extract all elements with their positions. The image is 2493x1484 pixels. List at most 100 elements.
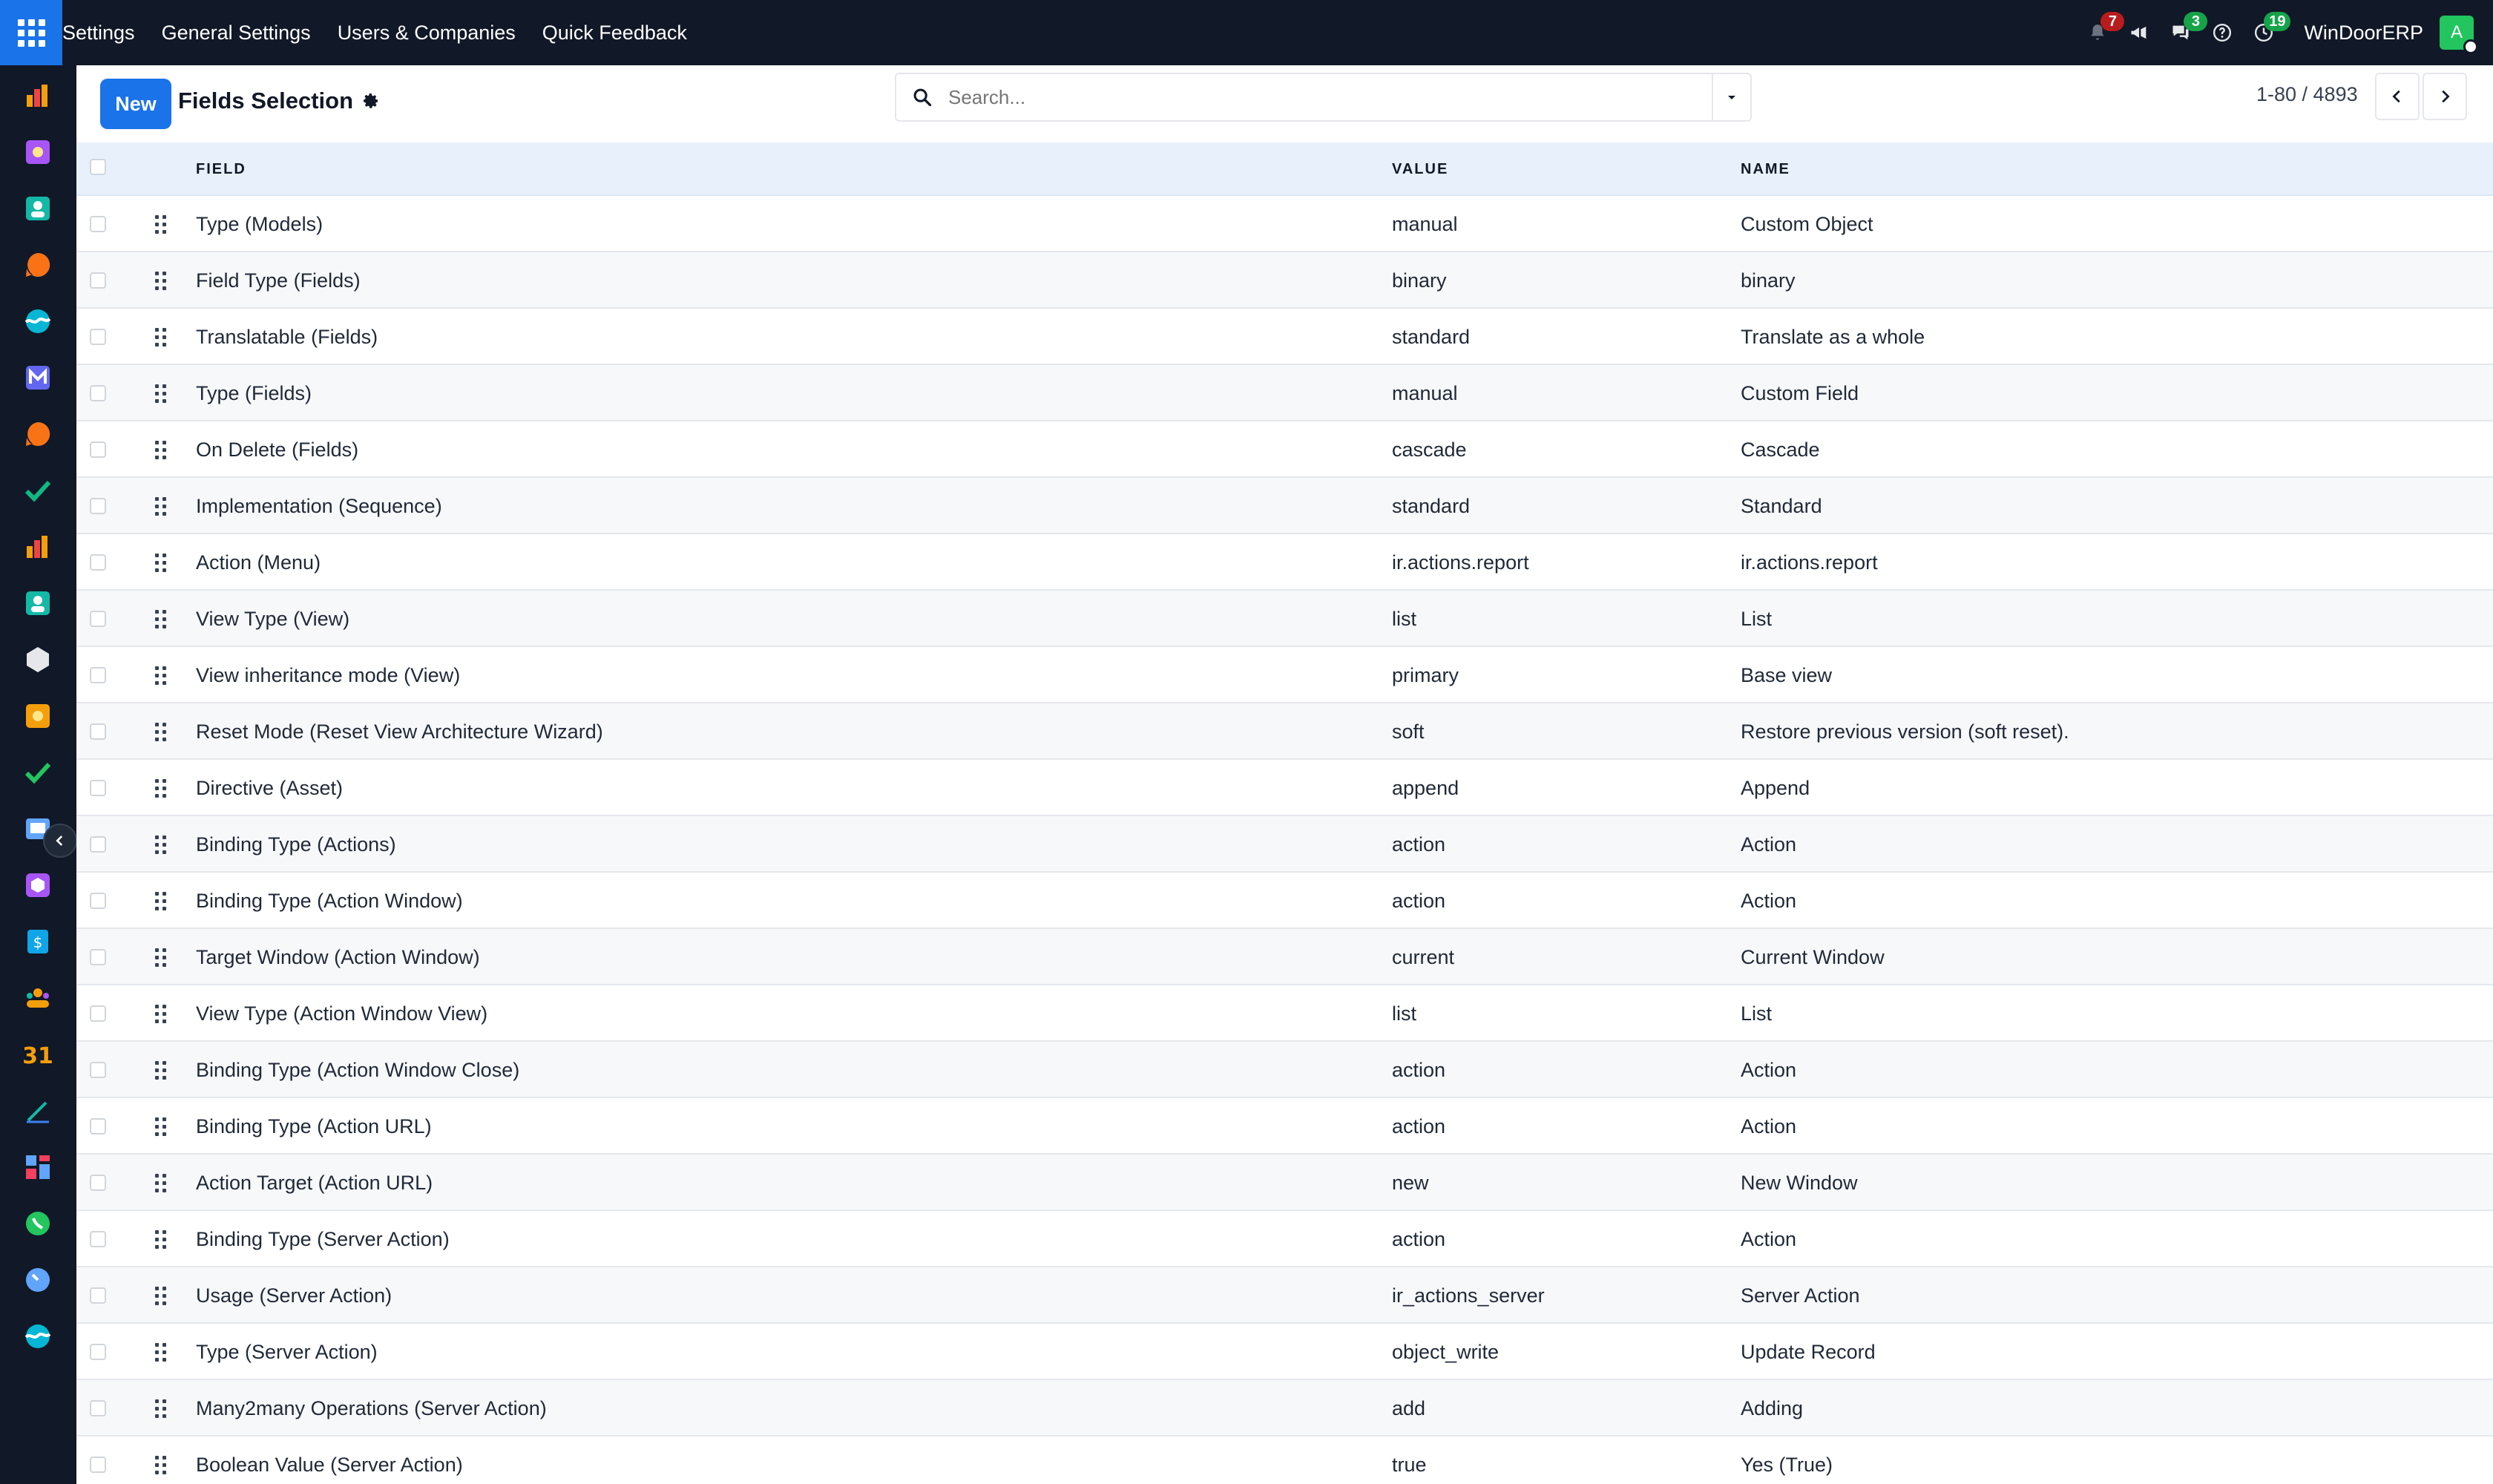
drag-handle-icon[interactable] bbox=[155, 948, 167, 968]
menu-general-settings[interactable]: General Settings bbox=[148, 0, 324, 65]
row-checkbox[interactable] bbox=[90, 1231, 106, 1247]
calendar-app-icon[interactable]: 31 bbox=[24, 1040, 52, 1068]
livechat-app-icon[interactable] bbox=[24, 420, 52, 448]
row-checkbox[interactable] bbox=[90, 611, 106, 627]
row-checkbox[interactable] bbox=[90, 385, 106, 401]
app-menu-button[interactable] bbox=[0, 0, 62, 65]
search-input[interactable] bbox=[948, 75, 1631, 119]
drag-handle-icon[interactable] bbox=[155, 328, 167, 347]
row-checkbox[interactable] bbox=[90, 1287, 106, 1304]
website-builder-app-icon[interactable] bbox=[24, 1322, 52, 1350]
table-row[interactable]: Type (Server Action) object_write Update R… bbox=[76, 1324, 2493, 1380]
column-header-name[interactable]: NAME bbox=[1741, 142, 1790, 196]
row-checkbox[interactable] bbox=[90, 1457, 106, 1473]
row-checkbox[interactable] bbox=[90, 780, 106, 796]
apps-app-icon[interactable] bbox=[24, 1153, 52, 1181]
inventory-app-icon[interactable] bbox=[24, 646, 52, 674]
select-all-checkbox[interactable] bbox=[90, 159, 106, 175]
table-row[interactable]: Implementation (Sequence) standard Standar… bbox=[76, 478, 2493, 534]
row-checkbox[interactable] bbox=[90, 1118, 106, 1135]
column-header-value[interactable]: VALUE bbox=[1392, 142, 1448, 196]
row-checkbox[interactable] bbox=[90, 329, 106, 345]
project-app-icon[interactable] bbox=[24, 758, 52, 787]
drag-handle-icon[interactable] bbox=[155, 835, 167, 855]
pager-previous-button[interactable] bbox=[2375, 73, 2420, 120]
table-row[interactable]: Directive (Asset) append Append bbox=[76, 760, 2493, 816]
row-checkbox[interactable] bbox=[90, 836, 106, 853]
new-button[interactable]: New bbox=[100, 79, 171, 129]
website-app-icon[interactable] bbox=[24, 307, 52, 335]
drag-handle-icon[interactable] bbox=[155, 215, 167, 234]
drag-handle-icon[interactable] bbox=[155, 892, 167, 911]
drag-handle-icon[interactable] bbox=[155, 1005, 167, 1024]
menu-settings[interactable]: Settings bbox=[62, 0, 148, 65]
sidebar-collapse-button[interactable] bbox=[43, 824, 77, 858]
menu-users-companies[interactable]: Users & Companies bbox=[324, 0, 529, 65]
row-checkbox[interactable] bbox=[90, 893, 106, 909]
drag-handle-icon[interactable] bbox=[155, 610, 167, 629]
notifications-button[interactable]: 7 bbox=[2077, 12, 2125, 53]
help-button[interactable] bbox=[2201, 12, 2243, 53]
drag-handle-icon[interactable] bbox=[155, 441, 167, 460]
drag-handle-icon[interactable] bbox=[155, 272, 167, 291]
row-checkbox[interactable] bbox=[90, 1062, 106, 1078]
row-checkbox[interactable] bbox=[90, 554, 106, 571]
table-row[interactable]: Binding Type (Action Window) action Action bbox=[76, 873, 2493, 929]
announcements-button[interactable] bbox=[2118, 12, 2160, 53]
team-app-icon[interactable] bbox=[24, 984, 52, 1012]
row-checkbox[interactable] bbox=[90, 1005, 106, 1022]
drag-handle-icon[interactable] bbox=[155, 1174, 167, 1193]
drag-handle-icon[interactable] bbox=[155, 1287, 167, 1306]
menu-quick-feedback[interactable]: Quick Feedback bbox=[529, 0, 700, 65]
company-switcher[interactable]: WinDoorERP bbox=[2304, 22, 2423, 45]
studio-app-icon[interactable] bbox=[24, 138, 52, 166]
drag-handle-icon[interactable] bbox=[155, 666, 167, 686]
planning-app-icon[interactable] bbox=[24, 702, 52, 730]
table-row[interactable]: Usage (Server Action) ir_actions_server Se… bbox=[76, 1267, 2493, 1324]
drag-handle-icon[interactable] bbox=[155, 497, 167, 516]
table-row[interactable]: Type (Fields) manual Custom Field bbox=[76, 365, 2493, 421]
drag-handle-icon[interactable] bbox=[155, 1061, 167, 1080]
activities-button[interactable]: 19 bbox=[2243, 12, 2291, 53]
crm-app-icon[interactable] bbox=[24, 476, 52, 505]
row-checkbox[interactable] bbox=[90, 1400, 106, 1416]
invoicing-app-icon[interactable]: $ bbox=[24, 928, 52, 956]
timesheet-app-icon[interactable] bbox=[24, 1266, 52, 1294]
row-checkbox[interactable] bbox=[90, 723, 106, 740]
drag-handle-icon[interactable] bbox=[155, 1230, 167, 1250]
table-row[interactable]: View Type (Action Window View) list List bbox=[76, 985, 2493, 1042]
table-row[interactable]: Many2many Operations (Server Action) add A… bbox=[76, 1380, 2493, 1437]
discuss-app-icon[interactable] bbox=[24, 251, 52, 279]
table-row[interactable]: On Delete (Fields) cascade Cascade bbox=[76, 421, 2493, 478]
modules-app-icon[interactable] bbox=[24, 871, 52, 899]
search-options-toggle[interactable] bbox=[1712, 74, 1750, 120]
user-avatar[interactable]: A bbox=[2440, 16, 2478, 54]
drag-handle-icon[interactable] bbox=[155, 723, 167, 742]
drag-handle-icon[interactable] bbox=[155, 1456, 167, 1475]
row-checkbox[interactable] bbox=[90, 949, 106, 965]
row-checkbox[interactable] bbox=[90, 1175, 106, 1191]
dashboard-app-icon[interactable] bbox=[24, 82, 52, 110]
table-row[interactable]: Target Window (Action Window) current Curr… bbox=[76, 929, 2493, 985]
reporting-app-icon[interactable] bbox=[24, 533, 52, 561]
table-row[interactable]: Action (Menu) ir.actions.report ir.actions… bbox=[76, 534, 2493, 591]
table-row[interactable]: View Type (View) list List bbox=[76, 591, 2493, 647]
table-row[interactable]: Translatable (Fields) standard Translate a… bbox=[76, 309, 2493, 365]
drag-handle-icon[interactable] bbox=[155, 554, 167, 573]
row-checkbox[interactable] bbox=[90, 498, 106, 514]
messages-button[interactable]: 3 bbox=[2160, 12, 2208, 53]
column-header-field[interactable]: FIELD bbox=[196, 142, 246, 196]
table-row[interactable]: Action Target (Action URL) new New Window bbox=[76, 1155, 2493, 1211]
row-checkbox[interactable] bbox=[90, 272, 106, 289]
table-row[interactable]: Binding Type (Server Action) action Action bbox=[76, 1211, 2493, 1267]
table-row[interactable]: Field Type (Fields) binary binary bbox=[76, 252, 2493, 309]
drag-handle-icon[interactable] bbox=[155, 384, 167, 404]
gear-icon[interactable] bbox=[362, 92, 380, 110]
drag-handle-icon[interactable] bbox=[155, 1343, 167, 1362]
table-row[interactable]: Type (Models) manual Custom Object bbox=[76, 196, 2493, 252]
contacts-app-icon[interactable] bbox=[24, 194, 52, 223]
drag-handle-icon[interactable] bbox=[155, 1117, 167, 1137]
drag-handle-icon[interactable] bbox=[155, 1399, 167, 1419]
row-checkbox[interactable] bbox=[90, 667, 106, 683]
row-checkbox[interactable] bbox=[90, 1344, 106, 1360]
